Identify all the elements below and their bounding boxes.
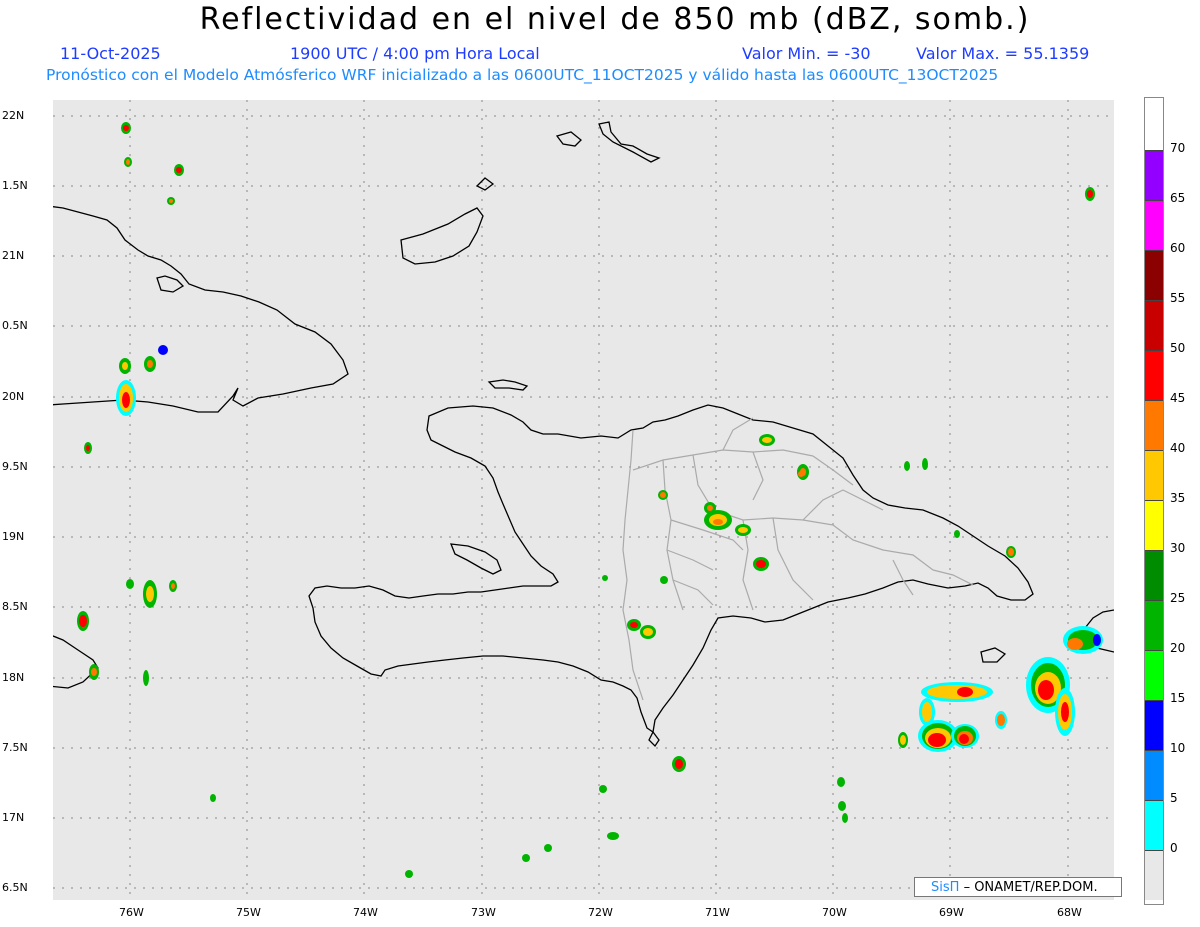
colorbar-swatch bbox=[1145, 800, 1163, 850]
colorbar-swatch bbox=[1145, 650, 1163, 700]
lon-label: 74W bbox=[353, 906, 378, 919]
colorbar-swatch bbox=[1145, 600, 1163, 650]
lat-label: 1.5N bbox=[2, 179, 28, 192]
colorbar-swatch bbox=[1145, 350, 1163, 400]
colorbar-tick-label: 15 bbox=[1170, 691, 1186, 705]
reflectivity-cells bbox=[77, 122, 1103, 878]
colorbar-swatch bbox=[1145, 400, 1163, 450]
province-borders bbox=[622, 417, 974, 701]
colorbar bbox=[1144, 97, 1164, 905]
credit-box: SisΠ – ONAMET/REP.DOM. bbox=[914, 877, 1122, 897]
tortuga-coast bbox=[487, 379, 529, 391]
colorbar-swatch bbox=[1145, 750, 1163, 800]
colorbar-swatch bbox=[1145, 500, 1163, 550]
lat-label: 9.5N bbox=[2, 460, 28, 473]
colorbar-swatch bbox=[1145, 850, 1163, 900]
lon-label: 76W bbox=[119, 906, 144, 919]
lat-label: 20N bbox=[2, 390, 25, 403]
lat-label: 21N bbox=[2, 249, 25, 262]
lon-label: 72W bbox=[588, 906, 613, 919]
coastlines bbox=[53, 121, 1114, 748]
lon-label: 73W bbox=[471, 906, 496, 919]
colorbar-tick-label: 5 bbox=[1170, 791, 1178, 805]
colorbar-tick-label: 70 bbox=[1170, 141, 1186, 155]
lat-label: 22N bbox=[2, 109, 25, 122]
jamaica-coast bbox=[53, 635, 99, 689]
lon-label: 70W bbox=[822, 906, 847, 919]
gonave-coast bbox=[449, 543, 502, 575]
storm-cluster-east bbox=[1026, 626, 1103, 736]
little-inagua-coast bbox=[475, 177, 495, 191]
saona-coast bbox=[980, 647, 1007, 663]
forecast-description: Pronóstico con el Modelo Atmósferico WRF… bbox=[46, 66, 999, 84]
colorbar-swatch bbox=[1145, 450, 1163, 500]
cuba-coast bbox=[53, 206, 349, 413]
colorbar-tick-label: 20 bbox=[1170, 641, 1186, 655]
lon-label: 75W bbox=[236, 906, 261, 919]
map-panel bbox=[53, 100, 1114, 900]
lat-label: 18N bbox=[2, 671, 25, 684]
forecast-time: 1900 UTC / 4:00 pm Hora Local bbox=[290, 44, 540, 63]
colorbar-tick-label: 45 bbox=[1170, 391, 1186, 405]
colorbar-tick-label: 50 bbox=[1170, 341, 1186, 355]
scattered-cells bbox=[77, 122, 1095, 878]
forecast-date: 11-Oct-2025 bbox=[60, 44, 161, 63]
colorbar-tick-label: 35 bbox=[1170, 491, 1186, 505]
colorbar-tick-label: 0 bbox=[1170, 841, 1178, 855]
lat-label: 0.5N bbox=[2, 319, 28, 332]
colorbar-tick-label: 60 bbox=[1170, 241, 1186, 255]
lat-label: 19N bbox=[2, 530, 25, 543]
grid-lines bbox=[53, 100, 1114, 900]
colorbar-swatch bbox=[1145, 250, 1163, 300]
max-value: Valor Max. = 55.1359 bbox=[916, 44, 1090, 63]
colorbar-tick-label: 25 bbox=[1170, 591, 1186, 605]
colorbar-tick-label: 10 bbox=[1170, 741, 1186, 755]
storm-cluster-southeast bbox=[898, 682, 1007, 752]
colorbar-swatch bbox=[1145, 150, 1163, 200]
caicos-coast bbox=[555, 131, 582, 147]
lon-label: 71W bbox=[705, 906, 730, 919]
lon-label: 69W bbox=[939, 906, 964, 919]
colorbar-swatch bbox=[1145, 300, 1163, 350]
min-value: Valor Min. = -30 bbox=[742, 44, 871, 63]
cuba-north-coast bbox=[156, 275, 185, 293]
colorbar-tick-label: 30 bbox=[1170, 541, 1186, 555]
map-title: Reflectividad en el nivel de 850 mb (dBZ… bbox=[199, 2, 1031, 37]
lat-label: 8.5N bbox=[2, 600, 28, 613]
map-canvas bbox=[53, 100, 1114, 900]
lat-label: 17N bbox=[2, 811, 25, 824]
colorbar-tick-label: 40 bbox=[1170, 441, 1186, 455]
beata-coast bbox=[648, 730, 660, 748]
colorbar-swatch bbox=[1145, 550, 1163, 600]
credit-text: – ONAMET/REP.DOM. bbox=[963, 880, 1098, 895]
colorbar-tick-label: 65 bbox=[1170, 191, 1186, 205]
credit-brand: SisΠ bbox=[931, 880, 960, 895]
lon-label: 68W bbox=[1057, 906, 1082, 919]
lat-label: 7.5N bbox=[2, 741, 28, 754]
lat-label: 6.5N bbox=[2, 881, 28, 894]
colorbar-swatch bbox=[1145, 200, 1163, 250]
turks-coast bbox=[598, 121, 661, 163]
colorbar-swatch bbox=[1145, 700, 1163, 750]
colorbar-tick-label: 55 bbox=[1170, 291, 1186, 305]
